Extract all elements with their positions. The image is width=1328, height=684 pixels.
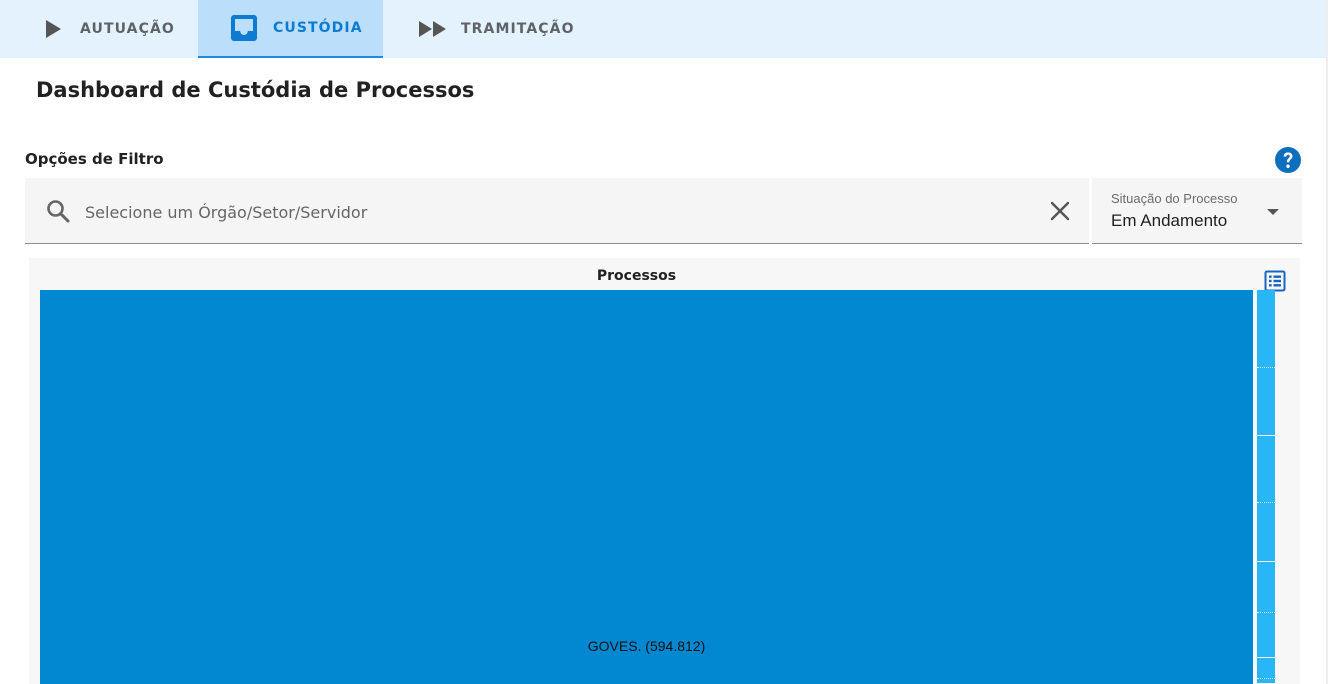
close-icon[interactable] (1050, 201, 1070, 226)
processos-chart: Processos GOVES. (594.812) (29, 258, 1300, 684)
filter-options-title: Opções de Filtro (25, 150, 164, 168)
organization-search-field[interactable] (25, 178, 1089, 244)
tab-label: AUTUAÇÃO (80, 21, 175, 37)
fast-forward-icon (418, 19, 448, 39)
select-value: Em Andamento (1111, 211, 1228, 230)
tab-tramitacao[interactable]: TRAMITAÇÃO (383, 0, 575, 58)
inbox-icon (230, 14, 258, 42)
select-label: Situação do Processo (1111, 191, 1238, 206)
chart-title: Processos (596, 268, 677, 284)
tab-autuacao[interactable]: AUTUAÇÃO (0, 0, 198, 58)
tab-custodia[interactable]: CUSTÓDIA (198, 0, 383, 58)
treemap: GOVES. (594.812) (40, 290, 1275, 684)
treemap-tile-small[interactable] (1257, 562, 1275, 658)
tab-label: CUSTÓDIA (273, 20, 363, 36)
help-icon[interactable] (1274, 146, 1302, 179)
chevron-down-icon (1266, 204, 1280, 222)
page-title: Dashboard de Custódia de Processos (36, 78, 475, 102)
search-icon (45, 198, 71, 229)
play-icon (44, 19, 62, 39)
situacao-processo-select[interactable]: Situação do Processo Em Andamento (1092, 178, 1302, 244)
treemap-tile-goves[interactable]: GOVES. (594.812) (40, 290, 1253, 684)
tab-label: TRAMITAÇÃO (461, 21, 575, 37)
treemap-tile-small[interactable] (1257, 290, 1275, 436)
tab-bar: AUTUAÇÃO CUSTÓDIA TRAMITAÇÃO (0, 0, 1326, 58)
treemap-tile-label: GOVES. (594.812) (587, 638, 706, 654)
treemap-tile-small[interactable] (1257, 658, 1275, 684)
search-input[interactable] (83, 196, 1027, 228)
treemap-tile-small[interactable] (1257, 436, 1275, 562)
